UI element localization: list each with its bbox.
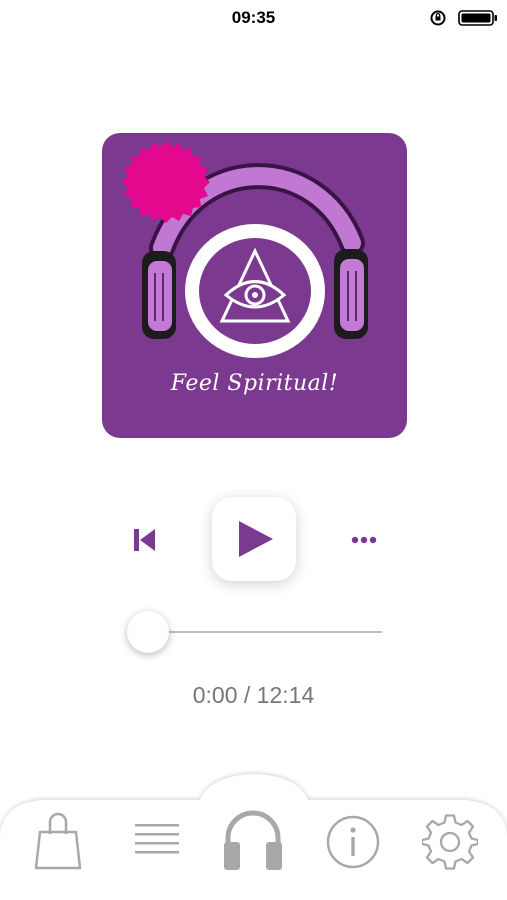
tab-bar xyxy=(0,770,507,900)
tab-shop[interactable] xyxy=(34,812,82,875)
gear-icon xyxy=(420,814,480,870)
shopping-bag-icon xyxy=(34,812,82,870)
play-icon xyxy=(239,521,273,557)
progress-track[interactable] xyxy=(148,631,382,633)
battery-icon xyxy=(458,10,497,26)
more-options-button[interactable] xyxy=(349,530,379,550)
list-icon xyxy=(135,824,179,854)
status-bar: 09:35 xyxy=(0,0,507,34)
headphones-icon xyxy=(224,810,282,870)
album-title: Feel Spiritual! xyxy=(170,371,339,396)
info-icon xyxy=(326,815,380,869)
tab-settings[interactable] xyxy=(420,814,480,875)
tab-info[interactable] xyxy=(325,814,381,875)
time-readout: 0:00 / 12:14 xyxy=(192,682,315,708)
tab-list[interactable] xyxy=(133,822,181,863)
progress-thumb[interactable] xyxy=(127,611,169,653)
album-art: Feel Spiritual! xyxy=(102,133,407,438)
tab-player[interactable] xyxy=(220,806,286,877)
previous-track-button[interactable] xyxy=(131,526,159,554)
skip-back-icon xyxy=(134,529,155,551)
more-dots-icon xyxy=(351,536,377,544)
play-button[interactable] xyxy=(212,497,296,581)
orientation-lock-icon xyxy=(430,10,446,26)
